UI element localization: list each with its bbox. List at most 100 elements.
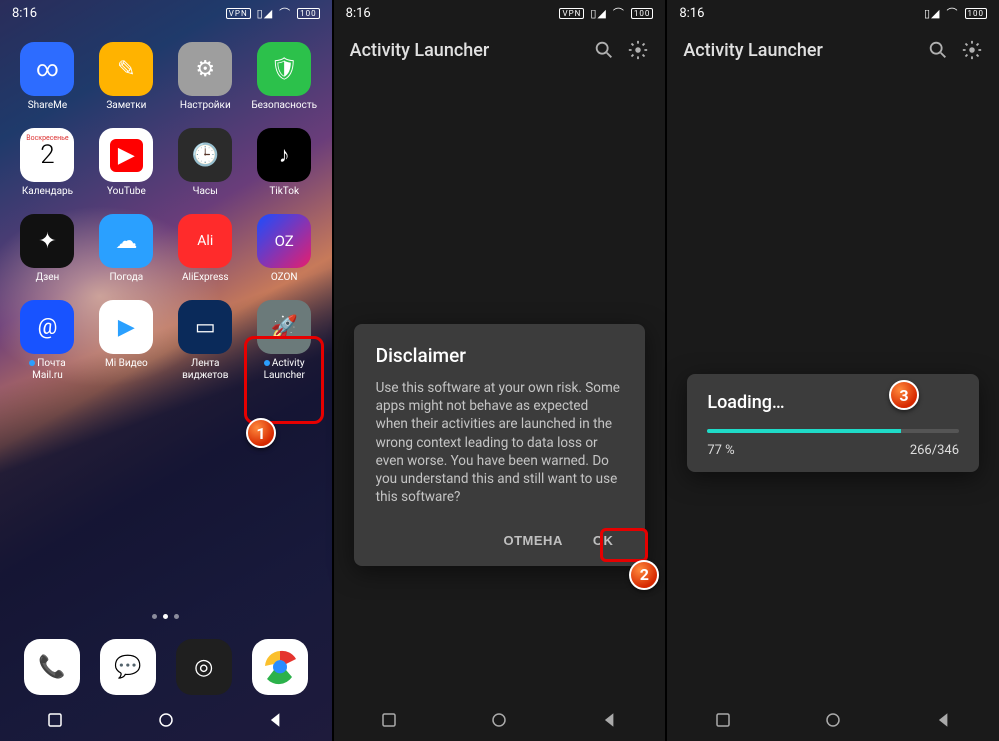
dock-phone[interactable]: 📞	[24, 639, 80, 695]
app-label: Часы	[193, 186, 218, 198]
body-area: Disclaimer Use this software at your own…	[334, 74, 666, 741]
app-label: Заметки	[106, 100, 146, 112]
app-label: Дзен	[36, 272, 60, 284]
nav-bar	[334, 699, 666, 741]
battery-icon: 100	[965, 8, 988, 19]
app-notes[interactable]: ✎ Заметки	[89, 36, 164, 118]
status-icons: VPN ▯◢ ⌒ 100	[226, 5, 320, 21]
app-label: Безопасность	[251, 100, 317, 112]
dock-messages[interactable]: 💬	[100, 639, 156, 695]
nav-recent[interactable]	[379, 710, 399, 730]
progress-percent: 77 %	[707, 443, 734, 458]
app-settings[interactable]: ⚙ Настройки	[168, 36, 243, 118]
status-time: 8:16	[679, 6, 704, 21]
nav-bar	[667, 699, 999, 741]
nav-bar	[0, 699, 332, 741]
calendar-icon: Воскресенье2	[20, 128, 74, 182]
search-icon[interactable]	[593, 39, 615, 61]
status-bar: 8:16 ▯◢ ⌒ 100	[667, 0, 999, 26]
app-label: AliExpress	[182, 272, 229, 284]
app-weather[interactable]: ☁ Погода	[89, 208, 164, 290]
tiktok-icon: ♪	[257, 128, 311, 182]
nav-back[interactable]	[266, 710, 286, 730]
dialog-actions: ОТМЕНА OK	[376, 525, 624, 556]
vpn-icon: VPN	[226, 8, 251, 19]
highlight-activity-launcher	[244, 336, 324, 424]
ozon-icon: OZ	[257, 214, 311, 268]
app-dzen[interactable]: ✦Дзен	[10, 208, 85, 290]
annotation-badge-3: 3	[889, 380, 919, 410]
progress-bar	[707, 429, 959, 433]
status-icons: ▯◢ ⌒ 100	[924, 5, 987, 21]
app-clock[interactable]: 🕒Часы	[168, 122, 243, 204]
app-mivideo[interactable]: ▶ Mi Видео	[89, 294, 164, 388]
dock-chrome[interactable]	[252, 639, 308, 695]
status-bar: 8:16 VPN ▯◢ ⌒ 100	[0, 0, 332, 26]
highlight-ok	[600, 528, 648, 562]
app-label: Mi Видео	[105, 358, 148, 370]
annotation-badge-2: 2	[629, 560, 659, 590]
vpn-icon: VPN	[559, 8, 584, 19]
dock-camera[interactable]: ◎	[176, 639, 232, 695]
mivideo-icon: ▶	[99, 300, 153, 354]
loading-screen: 8:16 ▯◢ ⌒ 100 Activity Launcher Loading……	[667, 0, 999, 741]
settings-icon: ⚙	[178, 42, 232, 96]
nav-home[interactable]	[156, 710, 176, 730]
app-label: Настройки	[180, 100, 231, 112]
nav-recent[interactable]	[45, 710, 65, 730]
nav-back[interactable]	[934, 710, 954, 730]
gear-icon[interactable]	[961, 39, 983, 61]
notes-icon: ✎	[99, 42, 153, 96]
ali-icon: Ali	[178, 214, 232, 268]
status-icons: VPN ▯◢ ⌒ 100	[559, 5, 653, 21]
appbar-title: Activity Launcher	[683, 40, 915, 61]
dialog-title: Disclaimer	[376, 344, 624, 367]
app-label: YouTube	[107, 186, 146, 198]
home-screen: 8:16 VPN ▯◢ ⌒ 100 ∞ShareMe ✎ Заметки ⚙ Настр…	[0, 0, 332, 741]
nav-recent[interactable]	[713, 710, 733, 730]
page-indicator	[0, 614, 332, 619]
widgets-icon: ▭	[178, 300, 232, 354]
dock: 📞 💬 ◎	[0, 639, 332, 699]
home-body: ∞ShareMe ✎ Заметки ⚙ Настройки 🛡Безопасность В…	[0, 26, 332, 741]
app-shareme[interactable]: ∞ShareMe	[10, 36, 85, 118]
app-bar: Activity Launcher	[334, 26, 666, 74]
progress-text: 77 % 266/346	[707, 443, 959, 458]
cancel-button[interactable]: ОТМЕНА	[494, 525, 573, 556]
nav-home[interactable]	[489, 710, 509, 730]
status-time: 8:16	[12, 6, 37, 21]
loading-dialog: Loading… 77 % 266/346 3	[687, 374, 979, 472]
appbar-title: Activity Launcher	[350, 40, 582, 61]
wifi-icon: ⌒	[613, 5, 625, 21]
app-mail[interactable]: @Почта Mail.ru	[10, 294, 85, 388]
gear-icon[interactable]	[627, 39, 649, 61]
app-youtube[interactable]: ▶YouTube	[89, 122, 164, 204]
dialog-body: Use this software at your own risk. Some…	[376, 379, 624, 507]
annotation-badge-1: 1	[246, 418, 276, 448]
status-bar: 8:16 VPN ▯◢ ⌒ 100	[334, 0, 666, 26]
body-area: Loading… 77 % 266/346 3	[667, 74, 999, 741]
app-tiktok[interactable]: ♪TikTok	[247, 122, 322, 204]
wifi-icon: ⌒	[279, 5, 291, 21]
app-security[interactable]: 🛡Безопасность	[247, 36, 322, 118]
battery-icon: 100	[297, 8, 320, 19]
shareme-icon: ∞	[20, 42, 74, 96]
app-label: Почта Mail.ru	[29, 358, 65, 382]
weather-icon: ☁	[99, 214, 153, 268]
app-label: Календарь	[22, 186, 73, 198]
disclaimer-dialog: Disclaimer Use this software at your own…	[354, 324, 646, 566]
progress-fill	[707, 429, 901, 433]
app-calendar[interactable]: Воскресенье2 Календарь	[10, 122, 85, 204]
app-bar: Activity Launcher	[667, 26, 999, 74]
app-label: OZON	[271, 272, 298, 284]
progress-count: 266/346	[910, 443, 959, 458]
app-ozon[interactable]: OZ OZON	[247, 208, 322, 290]
app-widgets[interactable]: ▭ Лента виджетов	[168, 294, 243, 388]
nav-home[interactable]	[823, 710, 843, 730]
app-label: Лента виджетов	[182, 358, 228, 382]
search-icon[interactable]	[927, 39, 949, 61]
nav-back[interactable]	[600, 710, 620, 730]
loading-title: Loading…	[707, 392, 959, 413]
app-label: Погода	[109, 272, 143, 284]
app-ali[interactable]: Ali AliExpress	[168, 208, 243, 290]
